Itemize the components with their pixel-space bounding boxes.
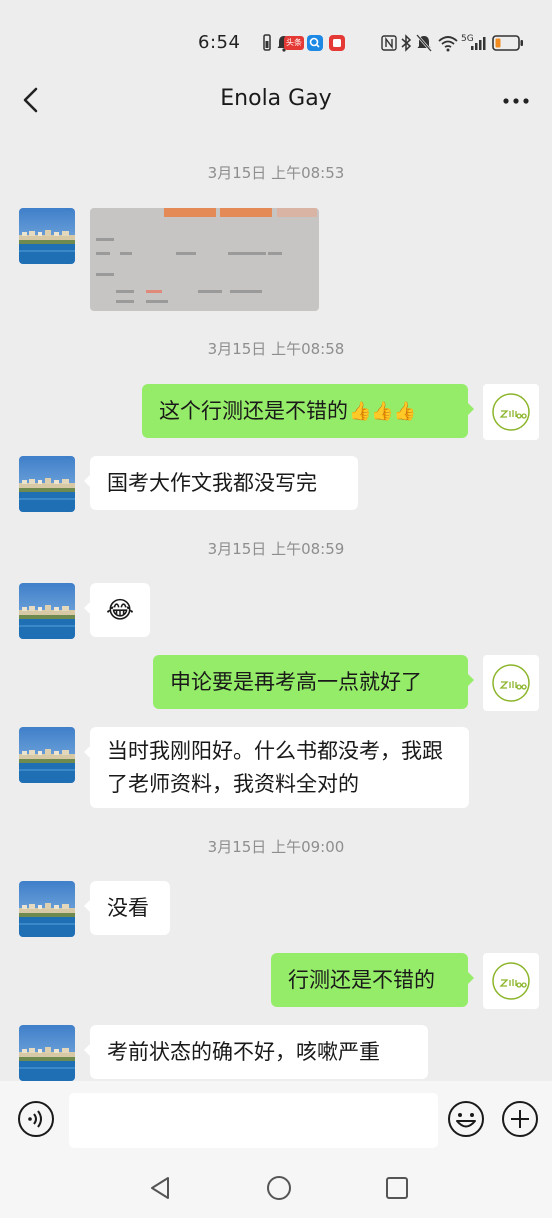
system-nav-bar — [0, 1159, 552, 1218]
more-dots-icon — [503, 98, 529, 104]
contact-avatar[interactable] — [19, 208, 75, 264]
contact-avatar[interactable] — [19, 456, 75, 512]
chat-title: Enola Gay — [220, 86, 332, 111]
signal-icon — [470, 34, 488, 52]
message-text: 考前状态的确不好，咳嗽严重 — [107, 1039, 380, 1064]
more-functions-button[interactable] — [500, 1099, 540, 1139]
zilioo-logo-icon — [492, 393, 530, 431]
message-bubble-received[interactable]: 没看 — [84, 881, 170, 935]
message-bubble-sent[interactable]: 行测还是不错的 — [271, 953, 474, 1007]
triangle-back-icon — [151, 1177, 169, 1199]
wifi-icon — [438, 34, 458, 52]
thumbs-up-icon: 👍👍👍 — [349, 400, 417, 422]
message-bubble-sent[interactable]: 这个行测还是不错的 👍👍👍 — [142, 384, 474, 438]
message-text: 这个行测还是不错的 — [159, 398, 348, 423]
voice-input-button[interactable] — [16, 1099, 56, 1139]
nav-recents-button[interactable] — [382, 1173, 412, 1203]
chat-header: Enola Gay — [0, 72, 552, 130]
photo-message[interactable] — [90, 208, 319, 311]
emoji-button[interactable] — [446, 1099, 486, 1139]
contact-avatar[interactable] — [19, 583, 75, 639]
message-text: 当时我刚阳好。什么书都没考，我跟了老师资料，我资料全对的 — [107, 739, 443, 796]
message-text: 行测还是不错的 — [288, 967, 435, 992]
news-app-badge: 头条 — [284, 36, 304, 50]
circle-home-icon — [267, 1176, 291, 1200]
nav-home-button[interactable] — [264, 1173, 294, 1203]
message-bubble-received[interactable]: 😂 — [84, 583, 150, 637]
smiley-icon — [448, 1101, 484, 1137]
message-bubble-received[interactable]: 国考大作文我都没写完 — [84, 456, 358, 510]
my-avatar[interactable] — [483, 953, 539, 1009]
zilioo-logo-icon — [492, 962, 530, 1000]
input-bar — [0, 1081, 552, 1159]
contact-avatar[interactable] — [19, 1025, 75, 1081]
zilioo-logo-icon — [492, 664, 530, 702]
status-time: 6:54 — [198, 32, 241, 53]
timestamp: 3月15日 上午08:53 — [207, 164, 345, 182]
voice-icon — [18, 1101, 54, 1137]
nav-back-button[interactable] — [146, 1173, 176, 1203]
timestamp: 3月15日 上午08:58 — [207, 340, 345, 358]
timestamp: 3月15日 上午09:00 — [207, 838, 345, 856]
status-bar: 6:54 头条 5G — [0, 0, 552, 72]
timestamp: 3月15日 上午08:59 — [207, 540, 345, 558]
my-avatar[interactable] — [483, 655, 539, 711]
search-app-icon — [307, 35, 323, 51]
message-input[interactable] — [69, 1093, 438, 1148]
more-options-button[interactable] — [498, 84, 534, 118]
message-text: 申论要是再考高一点就好了 — [170, 669, 422, 694]
contact-avatar[interactable] — [19, 727, 75, 783]
laugh-cry-emoji-icon: 😂 — [105, 595, 135, 624]
message-text: 国考大作文我都没写完 — [107, 470, 317, 495]
red-app-icon — [329, 35, 345, 51]
mute-bell-icon — [416, 34, 432, 52]
contact-avatar[interactable] — [19, 881, 75, 937]
message-bubble-sent[interactable]: 申论要是再考高一点就好了 — [153, 655, 474, 709]
nfc-icon — [381, 34, 397, 52]
bluetooth-icon — [400, 34, 412, 52]
battery-icon — [492, 34, 524, 52]
message-text: 没看 — [107, 895, 149, 920]
square-recents-icon — [386, 1177, 408, 1199]
message-bubble-received[interactable]: 考前状态的确不好，咳嗽严重 — [84, 1025, 428, 1079]
my-avatar[interactable] — [483, 384, 539, 440]
message-bubble-received[interactable]: 当时我刚阳好。什么书都没考，我跟了老师资料，我资料全对的 — [84, 727, 469, 808]
battery-saver-icon — [262, 34, 272, 52]
plus-circle-icon — [502, 1101, 538, 1137]
